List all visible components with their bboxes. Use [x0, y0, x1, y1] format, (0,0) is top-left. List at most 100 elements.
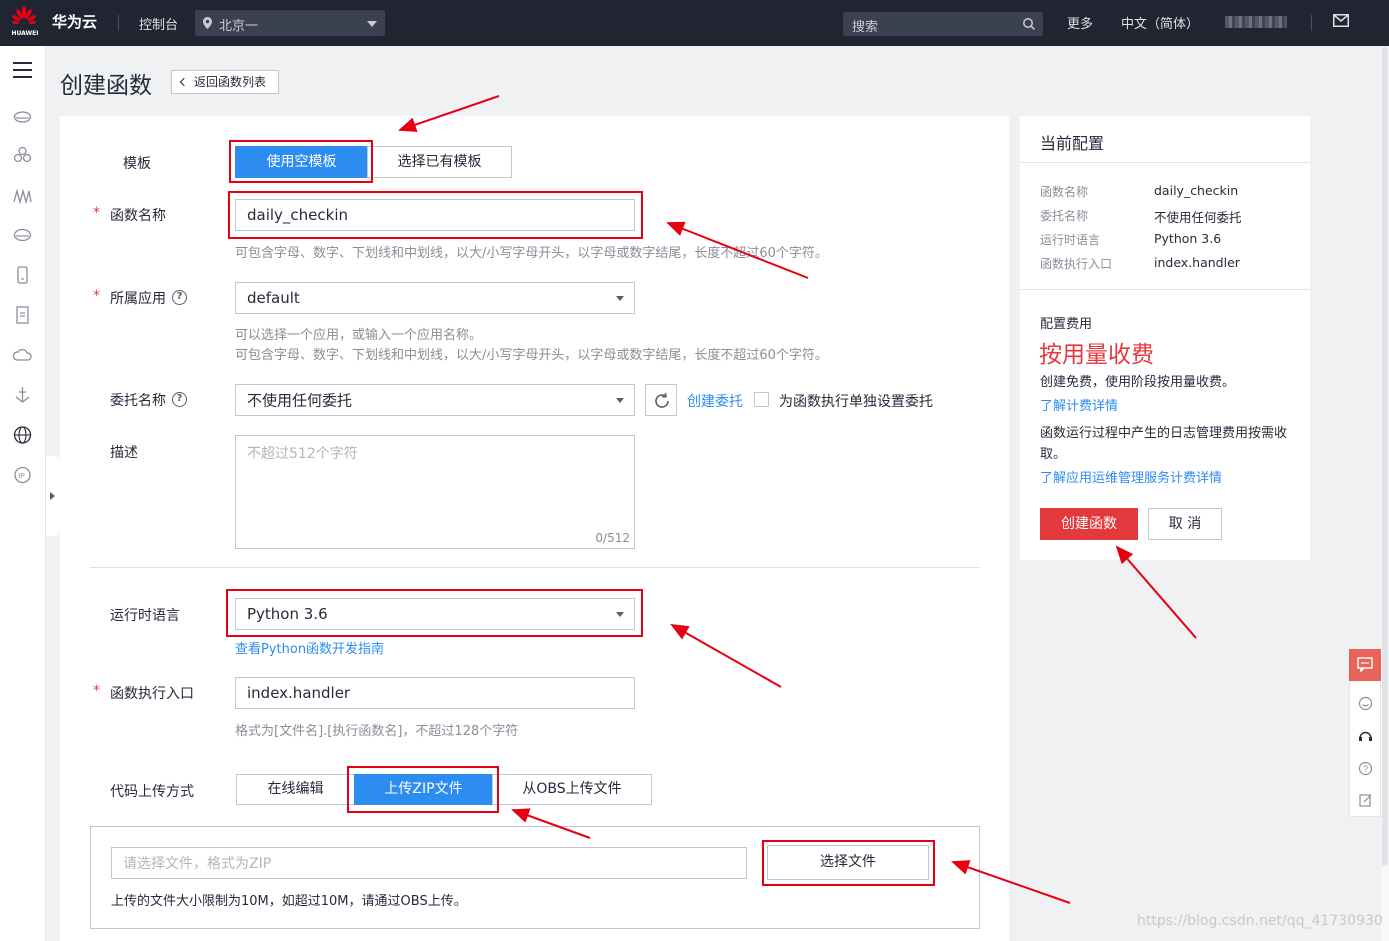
back-to-list-button[interactable]: 返回函数列表 — [171, 70, 279, 94]
logo-text: HUAWEI — [11, 30, 39, 37]
scrollbar-thumb[interactable] — [1382, 46, 1388, 866]
summary-key: 委托名称 — [1040, 209, 1089, 223]
agency-label: 委托名称 — [110, 393, 166, 409]
template-label: 模板 — [123, 156, 151, 172]
description-label: 描述 — [110, 445, 138, 461]
region-selector[interactable]: 北京一 — [195, 10, 385, 36]
annotation-box — [762, 840, 935, 886]
description-counter: 0/512 — [595, 531, 630, 545]
cloud-icon[interactable] — [12, 345, 33, 365]
location-pin-icon — [203, 17, 212, 29]
more-menu[interactable]: 更多 — [1067, 13, 1093, 32]
handler-input[interactable]: index.handler — [235, 677, 635, 709]
page-title: 创建函数 — [60, 73, 152, 99]
chevron-down-icon — [367, 21, 377, 27]
search-icon[interactable] — [1022, 17, 1036, 31]
mobile-icon[interactable] — [12, 265, 33, 285]
required-mark: * — [93, 205, 100, 221]
headset-icon[interactable] — [1358, 729, 1373, 744]
left-nav: IP — [0, 46, 46, 941]
divider — [118, 15, 119, 31]
summary-key: 函数名称 — [1040, 185, 1089, 199]
question-icon[interactable]: ? — [1358, 761, 1373, 776]
function-name-hint: 可包含字母、数字、下划线和中划线，以大/小写字母开头，以字母或数字结尾，长度不超… — [235, 246, 828, 261]
refresh-agency-button[interactable] — [645, 384, 677, 416]
help-icon[interactable]: ? — [172, 392, 187, 407]
huawei-logo-icon[interactable]: HUAWEI — [8, 6, 40, 40]
console-link[interactable]: 控制台 — [139, 14, 178, 33]
handler-label: 函数执行入口 — [110, 686, 194, 702]
description-placeholder: 不超过512个字符 — [247, 446, 358, 462]
top-bar: HUAWEI 华为云 控制台 北京一 搜索 更多 中文（简体） — [0, 0, 1389, 46]
description-textarea[interactable]: 不超过512个字符 0/512 — [235, 435, 635, 549]
divider — [1020, 162, 1310, 163]
function-name-label: 函数名称 — [110, 208, 166, 224]
summary-value: Python 3.6 — [1154, 231, 1222, 246]
python-guide-link[interactable]: 查看Python函数开发指南 — [235, 638, 384, 657]
username-blurred[interactable] — [1225, 16, 1287, 28]
chevron-left-icon — [179, 77, 189, 87]
summary-key: 运行时语言 — [1040, 233, 1101, 247]
existing-template-button[interactable]: 选择已有模板 — [367, 146, 512, 178]
search-input[interactable]: 搜索 — [843, 12, 1043, 36]
document-icon[interactable] — [12, 305, 33, 325]
agency-value: 不使用任何委托 — [247, 391, 353, 410]
app-value: default — [247, 289, 300, 307]
mail-icon[interactable] — [1333, 14, 1349, 27]
agency-select[interactable]: 不使用任何委托 — [235, 384, 635, 416]
divider — [1311, 15, 1312, 31]
wave-icon[interactable] — [12, 186, 33, 206]
create-function-button[interactable]: 创建函数 — [1040, 508, 1138, 540]
summary-title: 当前配置 — [1040, 134, 1105, 153]
app-select[interactable]: default — [235, 282, 635, 314]
ip-icon[interactable]: IP — [12, 465, 33, 485]
handler-value: index.handler — [247, 684, 351, 702]
config-summary-panel: 当前配置 函数名称 daily_checkin 委托名称 不使用任何委托 运行时… — [1020, 116, 1310, 560]
watermark: https://blog.csdn.net/qq_41730930 — [1137, 913, 1383, 929]
nav-expand-toggle[interactable] — [46, 456, 60, 536]
separate-agency-checkbox[interactable] — [754, 392, 769, 407]
handler-hint: 格式为[文件名].[执行函数名]，不超过128个字符 — [235, 724, 519, 739]
help-icon[interactable]: ? — [172, 290, 187, 305]
fee-details-link[interactable]: 了解计费详情 — [1040, 395, 1118, 414]
language-selector[interactable]: 中文（简体） — [1121, 13, 1199, 32]
cloud-server-icon[interactable] — [12, 106, 33, 126]
app-hint-1: 可以选择一个应用，或输入一个应用名称。 — [235, 328, 483, 343]
svg-text:IP: IP — [18, 473, 25, 480]
divider — [1020, 289, 1310, 290]
anchor-icon[interactable] — [12, 385, 33, 405]
app-hint-2: 可包含字母、数字、下划线和中划线，以大/小写字母开头，以字母或数字结尾，长度不超… — [235, 348, 828, 363]
summary-key: 函数执行入口 — [1040, 257, 1113, 271]
cluster-icon[interactable] — [12, 145, 33, 165]
smile-icon[interactable] — [1358, 696, 1373, 711]
chat-button[interactable] — [1349, 649, 1381, 681]
online-edit-button[interactable]: 在线编辑 — [236, 774, 355, 805]
summary-value: daily_checkin — [1154, 183, 1239, 198]
chevron-right-icon — [50, 492, 55, 500]
feedback-icon[interactable] — [1358, 793, 1373, 808]
required-mark: * — [93, 288, 100, 304]
cancel-button[interactable]: 取 消 — [1148, 508, 1222, 540]
globe-icon[interactable] — [12, 425, 33, 445]
runtime-label: 运行时语言 — [110, 608, 180, 624]
page-scrollbar[interactable] — [1381, 46, 1389, 941]
brand-name[interactable]: 华为云 — [52, 11, 97, 32]
floating-help-widget: ? — [1349, 649, 1381, 817]
aom-fee-link[interactable]: 了解应用运维管理服务计费详情 — [1040, 467, 1222, 486]
upload-obs-button[interactable]: 从OBS上传文件 — [492, 774, 652, 805]
chevron-down-icon — [616, 398, 624, 403]
file-path-input[interactable]: 请选择文件，格式为ZIP — [111, 847, 747, 879]
summary-value: 不使用任何委托 — [1154, 210, 1242, 225]
storage-icon[interactable] — [12, 225, 33, 245]
back-button-label: 返回函数列表 — [194, 75, 267, 89]
menu-icon[interactable] — [13, 62, 32, 78]
annotation-box — [229, 140, 373, 183]
fee-mode: 按用量收费 — [1039, 342, 1154, 368]
annotation-box — [226, 589, 643, 637]
annotation-box — [228, 191, 643, 239]
summary-value: index.handler — [1154, 255, 1240, 270]
annotation-box — [347, 766, 499, 813]
separate-agency-label: 为函数执行单独设置委托 — [779, 394, 933, 410]
section-divider — [90, 567, 980, 568]
create-agency-link[interactable]: 创建委托 — [687, 391, 743, 411]
